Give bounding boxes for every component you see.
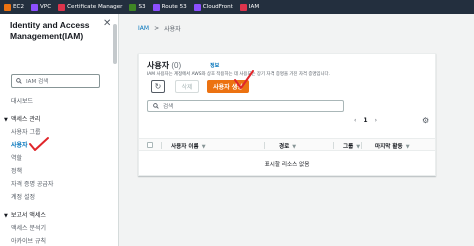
user-search-placeholder: 검색 [163, 104, 174, 110]
info-link[interactable]: 정보 [210, 62, 219, 69]
sidebar-search-placeholder: IAM 검색 [26, 79, 49, 85]
sidebar-item-identity-providers[interactable]: 자격 증명 공급자 [11, 179, 53, 188]
service-iam[interactable]: IAM [238, 2, 261, 13]
gear-icon[interactable]: ⚙ [422, 116, 429, 125]
column-divider [161, 142, 162, 149]
sort-icon: ▼ [201, 144, 206, 150]
sidebar-title: Identity and Access Management(IAM) [10, 20, 90, 41]
route53-icon [152, 3, 160, 11]
table-header: 사용자 이름 ▼ 경로 ▼ 그룹 ▼ 마지막 활동 ▼ [139, 138, 435, 151]
sort-icon: ▼ [292, 144, 297, 150]
sidebar-search-input[interactable]: IAM 검색 [11, 74, 100, 88]
breadcrumb-iam-link[interactable]: IAM [138, 25, 149, 32]
iam-icon [239, 3, 247, 11]
user-count: (0) [171, 61, 182, 70]
service-cloudfront[interactable]: CloudFront [192, 2, 235, 13]
certificate-manager-icon [58, 3, 66, 11]
service-route53[interactable]: Route 53 [151, 2, 189, 13]
sidebar-section-label: 보고서 액세스 [10, 212, 46, 219]
create-user-button[interactable]: 사용자 생성 [207, 80, 249, 93]
next-page-icon[interactable]: › [375, 117, 377, 124]
search-icon [16, 78, 22, 84]
caret-down-icon: ▼ [4, 117, 8, 123]
column-label: 그룹 [343, 144, 354, 150]
s3-icon [129, 3, 137, 11]
sidebar-item-access-analyzer[interactable]: 액세스 분석기 [11, 223, 46, 232]
refresh-icon: ↻ [154, 82, 162, 91]
sort-icon: ▼ [405, 144, 410, 150]
column-header-path[interactable]: 경로 ▼ [279, 142, 296, 150]
page-number[interactable]: 1 [363, 117, 367, 124]
column-label: 사용자 이름 [171, 144, 199, 150]
sidebar-section-access-management[interactable]: ▼ 액세스 관리 [4, 114, 40, 123]
service-ec2[interactable]: EC2 [2, 2, 26, 13]
users-panel-title: 사용자 (0) [147, 60, 181, 71]
sidebar-item-roles[interactable]: 역할 [11, 153, 22, 162]
empty-state-message: 표시할 리소스 없음 [264, 162, 310, 168]
vpc-icon [31, 3, 38, 11]
service-shortcut-bar: EC2 VPC Certificate Manager S3 Route 53 … [0, 0, 474, 14]
sidebar-item-user-groups[interactable]: 사용자 그룹 [11, 127, 41, 136]
caret-down-icon: ▼ [4, 213, 8, 219]
sidebar-nav: Identity and Access Management(IAM) ✕ IA… [0, 14, 119, 246]
users-panel: 사용자 (0) 정보 IAM 사용자는 계정에서 AWS와 상호 작용하는 데 … [138, 53, 436, 176]
service-vpc[interactable]: VPC [29, 2, 53, 13]
sidebar-scrollbar[interactable] [113, 24, 117, 64]
delete-button[interactable]: 삭제 [175, 80, 199, 93]
panel-title-text: 사용자 [147, 61, 170, 70]
breadcrumb-current: 사용자 [164, 26, 181, 33]
ec2-icon [4, 3, 11, 11]
service-certificate-manager[interactable]: Certificate Manager [56, 2, 124, 13]
column-divider [264, 142, 265, 149]
column-label: 경로 [279, 144, 290, 150]
sort-icon: ▼ [356, 144, 361, 150]
sidebar-item-policies[interactable]: 정책 [11, 166, 22, 175]
sidebar-item-users[interactable]: 사용자 [11, 140, 28, 149]
chevron-right-icon: > [154, 25, 160, 32]
sidebar-item-archive-rules[interactable]: 아카이브 규칙 [11, 236, 46, 245]
column-header-username[interactable]: 사용자 이름 ▼ [171, 142, 206, 150]
cloudfront-icon [193, 3, 201, 11]
sidebar-section-access-reports[interactable]: ▼ 보고서 액세스 [4, 210, 46, 219]
annotation-check-mark [29, 137, 49, 151]
column-header-last-activity[interactable]: 마지막 활동 ▼ [375, 142, 410, 150]
breadcrumb: IAM > 사용자 [138, 24, 181, 33]
users-panel-description: IAM 사용자는 계정에서 AWS와 상호 작용하는 데 사용되는 장기 자격 … [147, 72, 330, 77]
user-search-input[interactable]: 검색 [147, 100, 344, 112]
column-label: 마지막 활동 [375, 144, 403, 150]
search-icon [153, 103, 159, 109]
sidebar-section-label: 액세스 관리 [10, 116, 41, 123]
sidebar-item-account-settings[interactable]: 계정 설정 [11, 192, 35, 201]
service-s3[interactable]: S3 [127, 2, 147, 13]
close-icon[interactable]: ✕ [103, 18, 111, 29]
refresh-button[interactable]: ↻ [151, 80, 165, 93]
pagination: ‹ 1 › [354, 117, 377, 124]
column-divider [361, 142, 362, 149]
previous-page-icon[interactable]: ‹ [354, 117, 356, 124]
column-header-groups[interactable]: 그룹 ▼ [343, 142, 360, 150]
sidebar-item-dashboard[interactable]: 대시보드 [11, 96, 33, 105]
select-all-checkbox[interactable] [147, 142, 153, 148]
column-divider [333, 142, 334, 149]
